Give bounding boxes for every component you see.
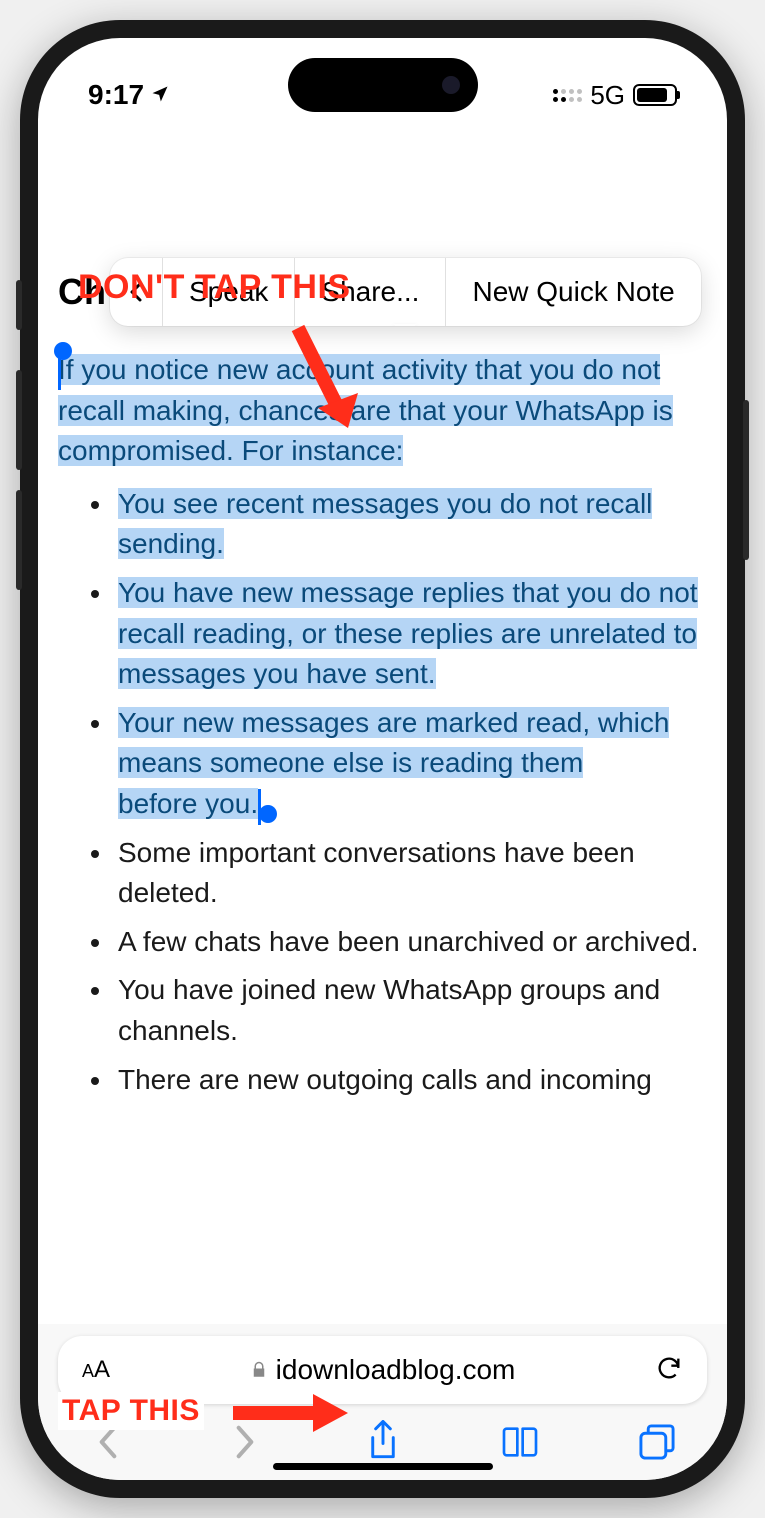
reload-button[interactable] [655, 1354, 683, 1387]
status-left: 9:17 [88, 79, 170, 111]
domain-label: idownloadblog.com [276, 1354, 516, 1386]
selection-handle-start[interactable] [54, 342, 72, 360]
selected-text[interactable]: before you. [118, 788, 258, 819]
home-indicator[interactable] [273, 1463, 493, 1470]
article-body: If you notice new account activity that … [58, 350, 707, 1100]
url-text: idownloadblog.com [110, 1354, 655, 1386]
clock: 9:17 [88, 79, 144, 111]
list-item: You have new message replies that you do… [114, 573, 707, 695]
selection-handle-end[interactable] [259, 805, 277, 823]
tabs-button[interactable] [637, 1422, 677, 1462]
dynamic-island [288, 58, 478, 112]
safari-bottom-bar: AA idownloadblog.com TAP THIS [38, 1324, 727, 1480]
list-item: A few chats have been unarchived or arch… [114, 922, 707, 963]
network-label: 5G [590, 80, 625, 111]
annotation-tap-this: TAP THIS [58, 1392, 204, 1430]
list-item: There are new outgoing calls and incomin… [114, 1060, 707, 1101]
menu-quicknote-button[interactable]: New Quick Note [446, 258, 700, 326]
location-icon [150, 79, 170, 111]
screen: 9:17 5G DON'T TAP THIS [38, 38, 727, 1480]
selected-text[interactable]: Your new messages are marked read, which… [118, 707, 669, 779]
selection-caret-start [58, 354, 61, 390]
camera-icon [442, 76, 460, 94]
list-item: Your new messages are marked read, which… [114, 703, 707, 825]
arrow-down-icon [278, 318, 378, 458]
lock-icon [250, 1354, 268, 1386]
list-item: You have joined new WhatsApp groups and … [114, 970, 707, 1051]
signal-icon [553, 89, 582, 102]
content-area: DON'T TAP THIS Ch Speak Share... New Qui… [38, 258, 727, 1100]
battery-icon [633, 84, 677, 106]
article-list: You see recent messages you do not recal… [58, 484, 707, 1100]
bookmarks-button[interactable] [500, 1422, 540, 1462]
status-right: 5G [553, 80, 677, 111]
side-button [16, 490, 22, 590]
annotation-dont-tap: DON'T TAP THIS [78, 268, 351, 307]
selected-text[interactable]: You see recent messages you do not recal… [118, 488, 652, 560]
phone-frame: 9:17 5G DON'T TAP THIS [20, 20, 745, 1498]
list-item: You see recent messages you do not recal… [114, 484, 707, 565]
side-button [16, 280, 22, 330]
list-item: Some important conversations have been d… [114, 833, 707, 914]
side-button [16, 370, 22, 470]
side-button [743, 400, 749, 560]
selected-text[interactable]: You have new message replies that you do… [118, 577, 698, 689]
share-button[interactable] [363, 1422, 403, 1462]
reader-button[interactable]: AA [82, 1356, 110, 1384]
arrow-right-icon [228, 1388, 358, 1438]
